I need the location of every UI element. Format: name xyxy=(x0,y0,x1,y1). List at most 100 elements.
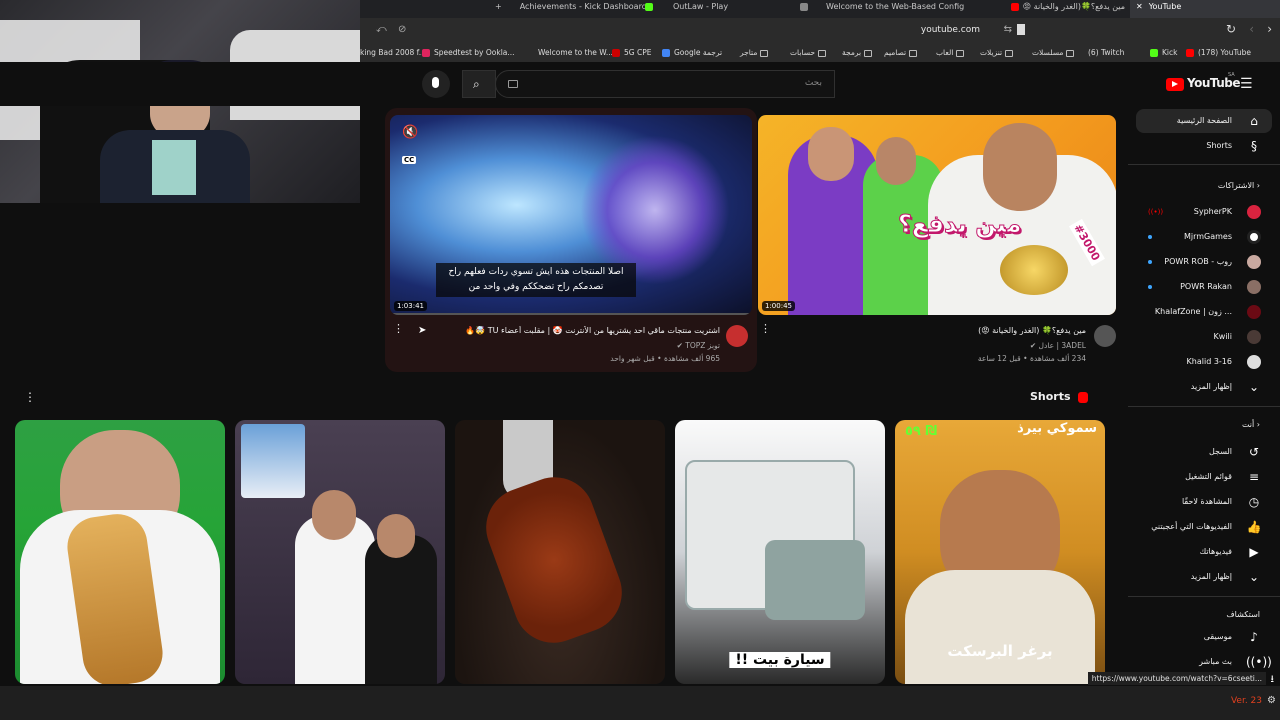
video-title[interactable]: اشتريت منتجات ماقي احد يشتريها من الأنتر… xyxy=(410,326,720,335)
bookmark-item[interactable]: Welcome to the W... xyxy=(538,48,613,57)
channel-avatar[interactable] xyxy=(1094,325,1116,347)
bookmark-folder[interactable]: حسابات xyxy=(790,48,827,57)
tab-outlaw[interactable]: OutLaw - Play xyxy=(645,0,755,18)
forward-icon[interactable]: › xyxy=(1267,22,1272,36)
settings-icon[interactable]: ⚙ xyxy=(1267,695,1276,706)
bookmark-folder[interactable]: العاب xyxy=(936,48,965,57)
video-thumbnail[interactable]: مين يدفع؟ #3000 1:00:45 xyxy=(758,115,1116,315)
preview-progress-track xyxy=(390,313,752,315)
url-text[interactable]: youtube.com xyxy=(921,25,980,35)
you-heading[interactable]: أنت › xyxy=(1242,420,1260,429)
sidebar-item-shorts[interactable]: Shorts § xyxy=(1136,134,1272,158)
short-thumbnail[interactable] xyxy=(455,420,665,684)
keyboard-icon[interactable] xyxy=(508,80,518,88)
bookmark-item[interactable]: Speedtest by Ookla... xyxy=(422,48,515,57)
sidebar-item-playlists[interactable]: قوائم التشغيل ≡ xyxy=(1136,465,1272,489)
sidebar-item-channel[interactable]: POWR ROB - روب xyxy=(1136,250,1272,274)
bookmark-item[interactable]: king Bad 2008 f... xyxy=(360,48,426,57)
tab-web-config[interactable]: Welcome to the Web-Based Config xyxy=(800,0,980,18)
bookmark-item[interactable]: 5G CPE xyxy=(612,48,651,57)
clock-icon: ◷ xyxy=(1248,495,1260,509)
short-person-white xyxy=(295,515,375,684)
sidebar-item-channel[interactable]: Kwili xyxy=(1136,325,1272,349)
bookmark-folder[interactable]: تنزيلات xyxy=(980,48,1014,57)
download-icon[interactable]: ⭳ xyxy=(1271,672,1275,689)
captions-icon[interactable]: CC xyxy=(402,156,417,164)
back-icon[interactable]: ‹ xyxy=(1249,22,1254,36)
bookmark-item[interactable]: (178) YouTube xyxy=(1186,48,1251,57)
close-icon[interactable]: ✕ xyxy=(1136,2,1143,11)
sidebar-item-your-videos[interactable]: فيديوهاتك ▶ xyxy=(1136,540,1272,564)
sidebar-item-music[interactable]: موسيقى ♪ xyxy=(1136,625,1272,649)
chevron-right-icon: › xyxy=(1256,181,1260,190)
bottom-bar: Ver. 23 ⚙ xyxy=(0,686,1280,720)
hamburger-menu-icon[interactable]: ☰ xyxy=(1240,76,1253,92)
sidebar-item-channel[interactable]: KhalafZone | زون ... xyxy=(1136,300,1272,324)
tab-youtube[interactable]: ✕ YouTube xyxy=(1130,0,1280,18)
bookmark-folder[interactable]: مسلسلات xyxy=(1032,48,1075,57)
video-preview-player[interactable]: 🔇 CC اصلا المنتجات هذه ايش تسوي ردات فعل… xyxy=(390,115,752,315)
short-price-text: ٥٩ ₪ xyxy=(905,424,938,439)
folder-icon xyxy=(760,49,769,57)
extension-icon[interactable]: ⤺ xyxy=(376,24,387,35)
google-icon xyxy=(662,49,670,57)
sidebar-show-more[interactable]: إظهار المزيد ⌄ xyxy=(1136,375,1272,399)
youtube-icon xyxy=(1186,49,1194,57)
search-button[interactable]: ⌕ xyxy=(462,70,496,98)
bookmark-item[interactable]: Google ترجمة xyxy=(662,48,722,57)
video-title[interactable]: مين يدفع؟🍀 (الغدر والخيانة 😡) xyxy=(776,326,1086,335)
bookmark-folder[interactable]: برمجة xyxy=(842,48,873,57)
short-thumbnail[interactable]: سموكي بيرذ ٥٩ ₪ برغر البرسكت xyxy=(895,420,1105,684)
screenshot-icon[interactable]: ⊘ xyxy=(398,24,406,35)
bookmark-item[interactable]: (6) Twitch xyxy=(1088,48,1124,57)
folder-icon xyxy=(1005,49,1014,57)
sidebar-item-live[interactable]: بث مباشر ((•)) xyxy=(1136,650,1272,674)
bookmark-item[interactable]: Kick xyxy=(1150,48,1177,57)
short-thumbnail[interactable] xyxy=(235,420,445,684)
voice-search-button[interactable] xyxy=(422,70,450,98)
kick-icon xyxy=(645,2,653,11)
reload-icon[interactable]: ↻ xyxy=(1226,22,1236,36)
short-thumbnail[interactable]: سيارة بيت !! xyxy=(675,420,885,684)
sidebar-item-channel[interactable]: Khalid 3-16 xyxy=(1136,350,1272,374)
sidebar-item-channel[interactable]: MjrmGames xyxy=(1136,225,1272,249)
sidebar-divider xyxy=(1128,164,1280,165)
sidebar-item-home[interactable]: الصفحة الرئيسية ⌂ xyxy=(1136,109,1272,133)
short-inset-image xyxy=(241,424,305,498)
short-thumbnail[interactable] xyxy=(15,420,225,684)
more-options-icon[interactable]: ⋮ xyxy=(760,322,771,335)
shorts-more-options-icon[interactable]: ⋮ xyxy=(24,390,36,404)
more-options-icon[interactable]: ⋮ xyxy=(393,322,404,335)
mute-icon[interactable]: 🔇 xyxy=(402,125,418,140)
short-top-text: سموكي بيرذ xyxy=(1017,421,1097,436)
tab-video[interactable]: مين يدفع؟🍀(الغدر والخيانة 😡 xyxy=(985,0,1125,18)
sidebar-item-liked-videos[interactable]: الفيديوهات التي أعجبتني 👍 xyxy=(1136,515,1272,539)
short-face xyxy=(312,490,356,540)
video-channel[interactable]: توبز TOPZ ✔ xyxy=(410,341,720,350)
webcam-shirt xyxy=(152,140,196,195)
folder-icon xyxy=(864,49,873,57)
bookmark-folder[interactable]: متاجر xyxy=(740,48,769,57)
sidebar-item-watch-later[interactable]: المشاهدة لاحقًا ◷ xyxy=(1136,490,1272,514)
short-food xyxy=(474,466,634,654)
search-input[interactable]: بحث xyxy=(495,70,835,98)
folder-icon xyxy=(909,49,918,57)
sidebar-item-history[interactable]: السجل ↺ xyxy=(1136,440,1272,464)
bookmark-folder[interactable]: تصاميم xyxy=(884,48,918,57)
new-content-dot xyxy=(1148,285,1152,289)
folder-icon xyxy=(1066,49,1075,57)
sidebar-item-channel[interactable]: ((•)) SypherPK xyxy=(1136,200,1272,224)
site-settings-icon[interactable]: ⇆ xyxy=(1004,24,1012,35)
channel-avatar[interactable] xyxy=(726,325,748,347)
shorts-heading: Shorts xyxy=(1030,390,1089,403)
bookmark-icon[interactable] xyxy=(1017,24,1025,35)
tab-kick-dashboard[interactable]: + Achievements - Kick Dashboard xyxy=(495,0,645,18)
video-channel[interactable]: 3ADEL | عادل ✔ xyxy=(776,341,1086,350)
version-label: Ver. 23 xyxy=(1230,696,1262,706)
sidebar-show-more[interactable]: إظهار المزيد ⌄ xyxy=(1136,565,1272,589)
sidebar-item-channel[interactable]: POWR Rakan xyxy=(1136,275,1272,299)
search-icon: ⌕ xyxy=(473,77,480,91)
subscriptions-heading[interactable]: الاشتراكات › xyxy=(1218,181,1260,190)
mic-icon xyxy=(432,77,439,88)
sidebar-divider xyxy=(1128,406,1280,407)
